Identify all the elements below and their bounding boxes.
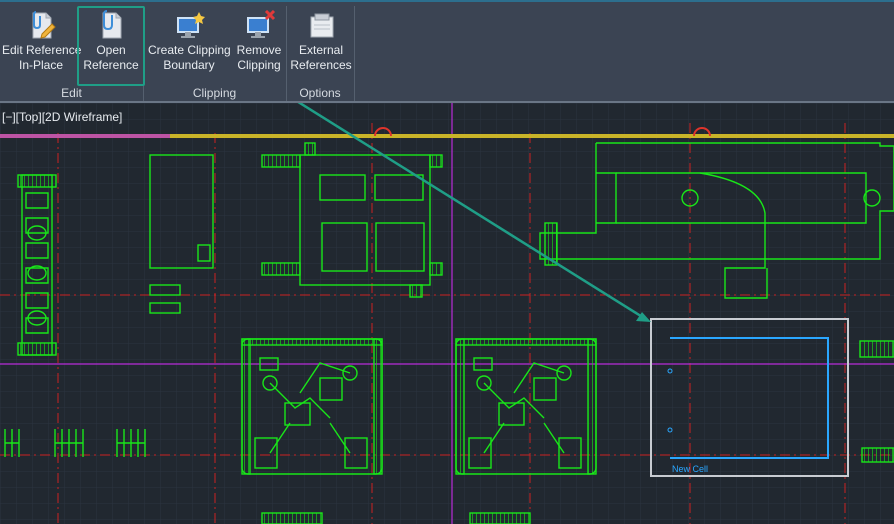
external-references-button[interactable]: External References [289,8,353,82]
remove-clipping-label-2: Clipping [237,58,281,72]
create-clipping-label-1: Create Clipping [148,43,231,57]
viewport-controls-label[interactable]: [−][Top][2D Wireframe] [2,110,122,124]
remove-clipping-icon [247,10,276,38]
drawing-canvas[interactable]: New Cell [0,103,894,524]
create-clipping-boundary-button[interactable]: Create Clipping Boundary [148,8,231,82]
external-references-label-1: External [298,43,344,57]
panel-label-clipping: Clipping [192,86,237,100]
create-clipping-icon [177,12,205,38]
panel-label-options: Options [299,86,341,100]
remove-clipping-label-1: Remove [236,43,282,57]
external-references-label-2: References [290,58,352,72]
drawing-viewport[interactable]: New Cell [−][Top][2D Wireframe] [0,103,894,524]
edit-reference-icon [32,11,56,39]
open-reference-highlight [77,6,145,86]
remove-clipping-button[interactable]: Remove Clipping [234,8,284,82]
edit-reference-label-2: In-Place [18,58,64,72]
edit-reference-in-place-button[interactable]: Edit Reference In-Place [2,8,82,82]
edit-reference-label-1: Edit Reference [2,43,82,57]
external-references-icon [310,13,334,38]
create-clipping-label-2: Boundary [163,58,215,72]
xref-label: New Cell [672,464,708,474]
panel-separator [354,6,355,101]
panel-label-edit: Edit [61,86,82,100]
ribbon: Edit Reference In-Place Open Reference C… [0,0,894,103]
